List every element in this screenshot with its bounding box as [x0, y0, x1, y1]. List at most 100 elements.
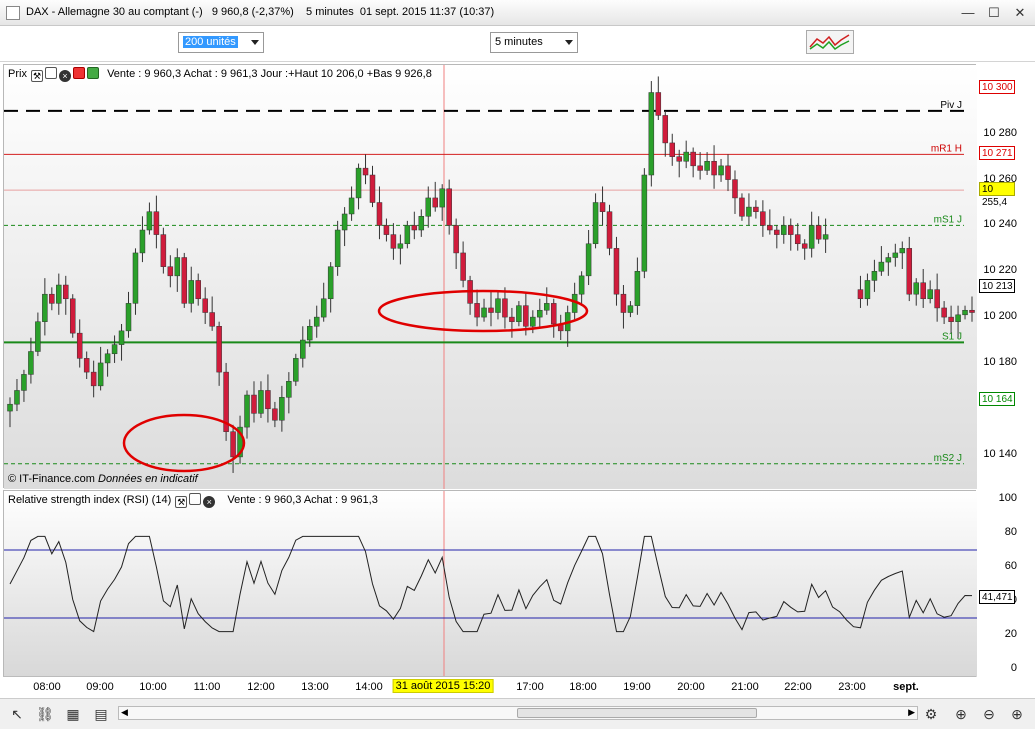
cursor-date-label: 31 août 2015 15:20	[392, 679, 494, 693]
scroll-left-icon[interactable]: ◀	[121, 707, 128, 718]
candle-body	[286, 381, 292, 398]
scroll-thumb[interactable]	[517, 708, 757, 718]
candle-body	[76, 332, 83, 359]
time-tick: 08:00	[33, 681, 61, 693]
price-tick: 10 200	[983, 310, 1017, 323]
horizontal-scrollbar[interactable]: ◀ ▶	[118, 706, 918, 720]
candle-body	[355, 167, 362, 199]
zoom-fit-icon[interactable]: ⊕	[952, 705, 970, 723]
price-chart[interactable]: Piv J mR1 H mS1 J S1 J mS2 J	[4, 65, 977, 489]
ms1-label: mS1 J	[934, 214, 962, 225]
zoom-out-icon[interactable]: ⊖	[980, 705, 998, 723]
candle	[641, 168, 648, 279]
candle-body	[927, 289, 933, 300]
timeframe-select[interactable]: 5 minutes	[490, 32, 578, 53]
price-panel[interactable]: Piv J mR1 H mS1 J S1 J mS2 J Prix ⚒ × Vente :…	[3, 64, 977, 489]
candle-body	[181, 257, 188, 304]
wrench-icon[interactable]: ⚒	[175, 496, 188, 508]
time-tick: 20:00	[677, 681, 705, 693]
candle-body	[167, 266, 174, 277]
candle	[69, 294, 76, 338]
candle-body	[293, 358, 299, 382]
price-tick: 10 180	[983, 355, 1017, 368]
candle-body	[56, 284, 62, 304]
candle-body	[28, 351, 34, 375]
window-icon[interactable]	[189, 493, 202, 505]
interval-select[interactable]: 200 unités	[178, 32, 264, 53]
candle-body	[35, 321, 41, 352]
price-tick: 10 220	[983, 264, 1017, 277]
price-axis[interactable]: 10 280 10 260 10 240 10 220 10 200 10 180 10 1…	[977, 62, 1035, 676]
close-panel-icon[interactable]: ×	[203, 496, 216, 508]
candle-body	[767, 225, 773, 231]
close-panel-icon[interactable]: ×	[59, 70, 72, 82]
candle-body	[432, 197, 438, 208]
candle-body	[474, 303, 480, 318]
candle-body	[509, 316, 515, 322]
candle-body	[139, 229, 146, 254]
rsi-panel[interactable]: Relative strength index (RSI) (14) ⚒ × Ve…	[3, 490, 977, 677]
candle-body	[711, 161, 717, 176]
maximize-icon[interactable]: ☐	[984, 4, 1004, 22]
candle-body	[216, 326, 222, 373]
link-icon[interactable]: ⛓	[36, 705, 54, 723]
time-tick: 11:00	[193, 681, 221, 693]
zoom-in-icon[interactable]: ⊕	[1008, 705, 1026, 723]
candle-body	[42, 293, 48, 322]
candle	[606, 204, 613, 256]
candle-body	[90, 371, 97, 387]
time-tick: 23:00	[838, 681, 866, 693]
candle-body	[725, 165, 731, 180]
candle-body	[655, 92, 662, 116]
candle	[160, 227, 167, 274]
candle-body	[307, 326, 313, 341]
candle-body	[63, 284, 69, 300]
scroll-right-icon[interactable]: ▶	[908, 707, 915, 718]
indicators-icon[interactable]: ▤	[92, 705, 110, 723]
wrench-icon[interactable]: ⚒	[31, 70, 44, 82]
candle-body	[244, 394, 250, 428]
close-icon[interactable]: ✕	[1010, 4, 1030, 22]
grid-icon[interactable]	[87, 67, 100, 79]
candle-body	[258, 390, 264, 414]
candle-body	[662, 115, 669, 144]
candle-body	[878, 261, 885, 272]
price-panel-label: Prix	[8, 68, 27, 80]
candle-body	[794, 234, 801, 245]
time-tick: sept.	[893, 681, 919, 693]
rsi-tick: 0	[1010, 662, 1017, 674]
arrow-down-icon[interactable]	[73, 67, 86, 79]
candle-body	[634, 271, 641, 306]
time-tick: 10:00	[139, 681, 167, 693]
cursor-icon[interactable]: ↖	[8, 705, 26, 723]
candle-body	[369, 174, 376, 203]
candle	[293, 353, 299, 386]
candle	[181, 252, 188, 308]
candle-body	[300, 339, 306, 359]
candle-body	[788, 225, 794, 235]
rsi-chart[interactable]	[4, 491, 977, 677]
candle-body	[613, 248, 620, 295]
candle-body	[446, 188, 452, 226]
chart-type-button[interactable]	[806, 30, 854, 54]
candle-body	[683, 151, 689, 162]
app-icon	[6, 6, 20, 20]
candle-body	[132, 252, 139, 304]
window-icon[interactable]	[45, 67, 58, 79]
candle-body	[397, 243, 404, 249]
template-icon[interactable]: ▦	[64, 705, 82, 723]
candle-body	[955, 314, 961, 322]
candle-body	[265, 390, 271, 410]
time-axis[interactable]: 08:00 09:00 10:00 11:00 12:00 13:00 14:00 17:00…	[3, 676, 976, 696]
chart-settings-icon[interactable]: ⚙	[922, 705, 940, 723]
time-tick: 12:00	[247, 681, 275, 693]
candle-body	[21, 374, 27, 391]
candle-body	[418, 216, 425, 231]
candle-body	[313, 316, 320, 327]
time-tick: 21:00	[731, 681, 759, 693]
chevron-down-icon	[251, 40, 259, 45]
candle-body	[941, 307, 947, 318]
candle-body	[453, 225, 459, 254]
minimize-icon[interactable]: —	[958, 4, 978, 22]
candle-body	[153, 211, 160, 235]
